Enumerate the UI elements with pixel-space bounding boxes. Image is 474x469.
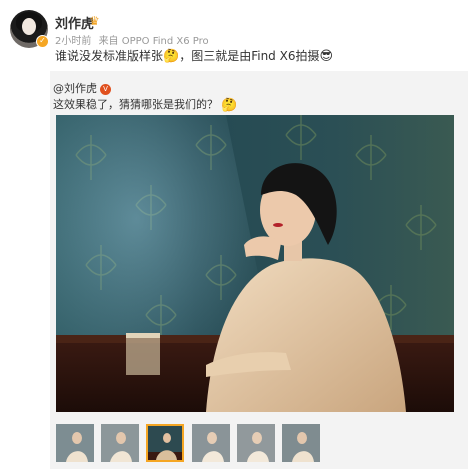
repost-header: @刘作虎 V — [53, 80, 111, 96]
sunglasses-emoji-icon: 😎 — [319, 49, 334, 64]
gold-v-icon: V — [100, 83, 111, 95]
post-text: 谁说没发标准版样张🤔，图三就是由Find X6拍摄😎 — [55, 47, 333, 64]
thumbnail-2[interactable] — [101, 424, 139, 462]
thumbnail-image — [237, 424, 275, 462]
repost-panel[interactable]: @刘作虎 V 这效果稳了，猜猜哪张是我们的？ 🤔 — [50, 71, 468, 469]
post-text-part1: 谁说没发标准版样张 — [55, 49, 164, 63]
thumbnail-image — [282, 424, 320, 462]
thumbnail-3[interactable] — [146, 424, 184, 462]
verified-badge-icon: ✓ — [36, 35, 49, 48]
thumbnail-4[interactable] — [192, 424, 230, 462]
thumbnail-5[interactable] — [237, 424, 275, 462]
post-meta: 2小时前 来自 OPPO Find X6 Pro — [55, 32, 209, 47]
repost-mention-link[interactable]: @刘作虎 — [53, 82, 97, 95]
source-device[interactable]: OPPO Find X6 Pro — [122, 36, 209, 47]
post-time: 2小时前 — [55, 36, 92, 47]
thinking-emoji-icon: 🤔 — [163, 49, 180, 64]
crown-icon: ♛ — [89, 14, 100, 28]
thumbnail-1[interactable] — [56, 424, 94, 462]
thumbnail-image — [192, 424, 230, 462]
repost-text-body: 这效果稳了，猜猜哪张是我们的？ — [53, 98, 218, 111]
thumbnail-image — [101, 424, 139, 462]
thumbnail-image — [148, 426, 182, 460]
thumbnail-6[interactable] — [282, 424, 320, 462]
main-photo[interactable] — [56, 115, 454, 412]
source-prefix: 来自 — [98, 36, 119, 47]
photo-illustration — [56, 115, 454, 412]
repost-text: 这效果稳了，猜猜哪张是我们的？ 🤔 — [53, 96, 237, 112]
post-text-part2: ，图三就是由Find X6拍摄 — [179, 49, 320, 63]
thumbnail-image — [56, 424, 94, 462]
thinking-emoji-icon: 🤔 — [221, 97, 238, 113]
